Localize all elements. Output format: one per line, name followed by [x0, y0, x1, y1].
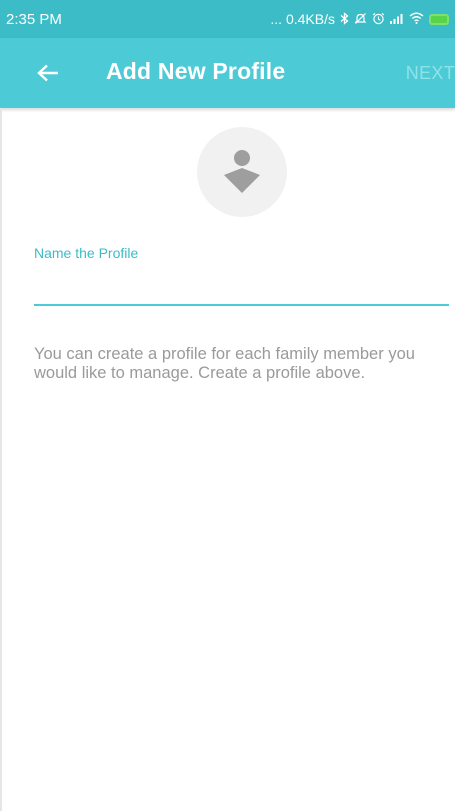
- left-edge-divider: [0, 108, 2, 811]
- alarm-icon: [372, 12, 385, 27]
- status-icons: ... 0.4KB/s: [270, 11, 449, 27]
- status-time: 2:35 PM: [6, 10, 62, 28]
- bluetooth-icon: [340, 11, 349, 27]
- name-field-label: Name the Profile: [34, 245, 139, 261]
- app-screen: 2:35 PM ... 0.4KB/s Add New Profile NEXT…: [0, 0, 455, 811]
- page-title: Add New Profile: [106, 58, 286, 84]
- signal-icon: [390, 12, 404, 26]
- status-bar: 2:35 PM ... 0.4KB/s: [0, 0, 455, 38]
- battery-charging-icon: [429, 13, 449, 25]
- profile-avatar[interactable]: [197, 127, 287, 217]
- profile-avatar-icon: [224, 150, 260, 193]
- wifi-icon: [409, 12, 424, 26]
- back-button[interactable]: [34, 60, 62, 86]
- app-bar: Add New Profile NEXT: [0, 38, 455, 108]
- help-text: You can create a profile for each family…: [34, 345, 415, 382]
- profile-name-input[interactable]: [34, 270, 449, 306]
- mute-icon: [354, 12, 367, 27]
- next-button[interactable]: NEXT: [406, 63, 455, 84]
- arrow-left-icon: [37, 64, 58, 82]
- network-speed: ... 0.4KB/s: [270, 11, 335, 27]
